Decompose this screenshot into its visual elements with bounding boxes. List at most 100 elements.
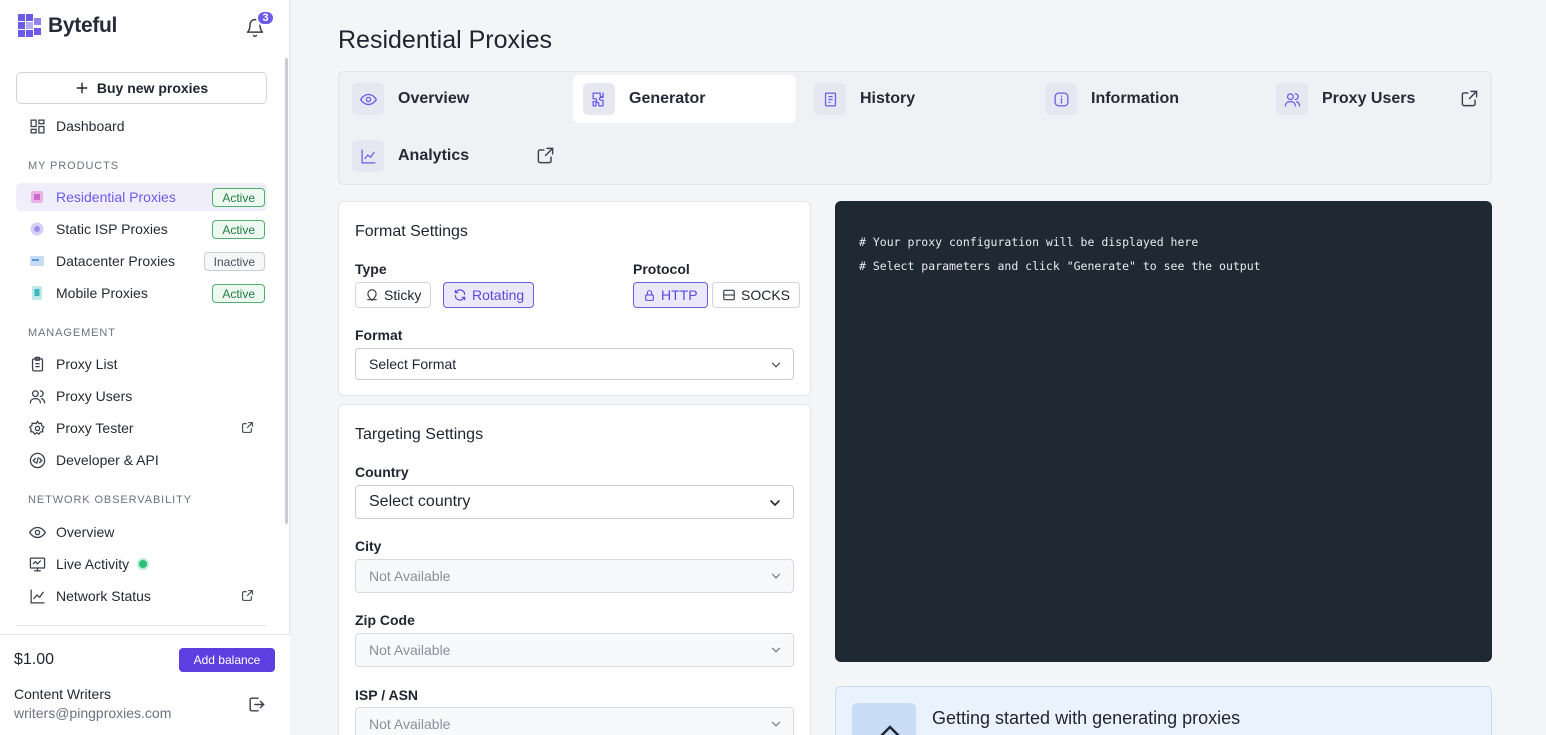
- tab-history[interactable]: History: [804, 75, 1027, 123]
- status-badge: Inactive: [203, 252, 265, 271]
- section-label-observability: NETWORK OBSERVABILITY: [28, 494, 192, 506]
- status-badge: Active: [212, 220, 265, 239]
- tab-overview[interactable]: Overview: [342, 75, 565, 123]
- user-email: writers@pingproxies.com: [14, 705, 172, 721]
- live-indicator-dot: [137, 558, 150, 570]
- logo[interactable]: Byteful: [18, 14, 117, 38]
- section-label-products: MY PRODUCTS: [28, 160, 119, 172]
- sidebar-item-mobile-proxies[interactable]: Mobile Proxies Active: [16, 279, 267, 307]
- line-chart-icon: [28, 587, 46, 605]
- sidebar-item-proxy-tester[interactable]: Proxy Tester: [16, 414, 267, 442]
- pill-label: SOCKS: [741, 287, 791, 303]
- zip-code-select[interactable]: Not Available: [355, 633, 794, 667]
- zip-code-label: Zip Code: [355, 612, 415, 628]
- getting-started-card: Getting started with generating proxies: [835, 686, 1492, 735]
- external-link-icon: [242, 422, 253, 433]
- sidebar-item-residential-proxies[interactable]: Residential Proxies Active: [16, 183, 267, 211]
- tab-label: Proxy Users: [1322, 90, 1416, 107]
- section-label-management: MANAGEMENT: [28, 327, 116, 339]
- tab-label: History: [860, 90, 916, 107]
- sidebar-item-label: Proxy List: [56, 356, 118, 372]
- tab-label: Analytics: [398, 147, 470, 164]
- protocol-label: Protocol: [633, 261, 690, 277]
- monitor-icon: [28, 555, 46, 573]
- tab-label: Overview: [398, 90, 470, 107]
- status-badge: Active: [212, 188, 265, 207]
- user-name: Content Writers: [14, 686, 111, 702]
- sidebar-item-label: Dashboard: [56, 118, 125, 134]
- code-icon: [28, 451, 46, 469]
- add-balance-button[interactable]: Add balance: [179, 648, 275, 672]
- format-select-value: Select Format: [369, 356, 457, 372]
- tab-generator[interactable]: Generator: [573, 75, 796, 123]
- output-line: # Your proxy configuration will be displ…: [859, 235, 1199, 249]
- city-select[interactable]: Not Available: [355, 559, 794, 593]
- pill-label: Rotating: [472, 287, 525, 303]
- isp-select-value: Not Available: [369, 716, 451, 732]
- external-link-icon: [537, 147, 554, 164]
- sidebar-item-developer-api[interactable]: Developer & API: [16, 446, 267, 474]
- sidebar-item-label: Overview: [56, 524, 115, 540]
- city-label: City: [355, 538, 382, 554]
- server-icon: [723, 289, 735, 301]
- format-settings-title: Format Settings: [355, 223, 468, 240]
- sidebar-item-overview[interactable]: Overview: [16, 518, 267, 546]
- isp-asn-select[interactable]: Not Available: [355, 707, 794, 735]
- sidebar-item-label: Datacenter Proxies: [56, 253, 176, 269]
- buy-button-label: Buy new proxies: [96, 80, 209, 96]
- sidebar-item-label: Proxy Users: [56, 388, 133, 404]
- chevron-down-icon: [770, 500, 780, 507]
- sidebar-item-label: Developer & API: [56, 452, 159, 468]
- type-label: Type: [355, 261, 387, 277]
- external-link-icon: [242, 590, 253, 601]
- account-balance: $1.00: [14, 651, 55, 668]
- targeting-settings-title: Targeting Settings: [355, 426, 484, 443]
- sidebar: Byteful 3 Buy new proxies Dashboard MY P…: [0, 0, 290, 735]
- tab-information[interactable]: Information: [1035, 75, 1258, 123]
- proxy-output-panel[interactable]: # Your proxy configuration will be displ…: [835, 201, 1492, 662]
- country-select[interactable]: Select country: [355, 485, 794, 519]
- account-panel: $1.00 Add balance Content Writers writer…: [0, 634, 290, 735]
- chevron-down-icon: [771, 573, 781, 579]
- sidebar-item-proxy-users[interactable]: Proxy Users: [16, 382, 267, 410]
- sidebar-item-static-isp-proxies[interactable]: Static ISP Proxies Active: [16, 215, 267, 243]
- users-icon: [28, 387, 46, 405]
- receipt-icon: [814, 83, 846, 115]
- logout-icon[interactable]: [247, 695, 266, 714]
- eye-icon: [28, 523, 46, 541]
- buy-new-proxies-button[interactable]: Buy new proxies: [16, 72, 267, 104]
- sidebar-item-live-activity[interactable]: Live Activity: [16, 550, 267, 578]
- page-title: Residential Proxies: [338, 26, 552, 54]
- output-line: # Select parameters and click "Generate"…: [859, 259, 1261, 273]
- sidebar-item-dashboard[interactable]: Dashboard: [16, 112, 267, 140]
- protocol-option-http[interactable]: HTTP: [633, 282, 708, 308]
- sidebar-item-label: Proxy Tester: [56, 420, 134, 436]
- chevron-down-icon: [771, 721, 781, 727]
- zip-select-value: Not Available: [369, 642, 451, 658]
- lock-icon: [645, 289, 654, 301]
- targeting-settings-card: Targeting Settings Country Select countr…: [338, 404, 811, 735]
- getting-started-icon: [852, 703, 916, 735]
- sidebar-scrollbar[interactable]: [285, 58, 288, 524]
- protocol-option-socks[interactable]: SOCKS: [712, 282, 801, 308]
- status-badge: Active: [212, 284, 265, 303]
- sidebar-item-proxy-list[interactable]: Proxy List: [16, 350, 267, 378]
- external-link-icon: [1461, 90, 1478, 107]
- country-select-value: Select country: [369, 493, 471, 510]
- type-option-sticky[interactable]: Sticky: [355, 282, 432, 308]
- static-isp-product-icon: [28, 220, 46, 238]
- format-settings-card: Format Settings Type Sticky Rotating Pro…: [338, 201, 811, 396]
- dashboard-icon: [28, 117, 46, 135]
- format-select[interactable]: Select Format: [355, 348, 794, 380]
- tab-proxy-users[interactable]: Proxy Users: [1266, 75, 1489, 123]
- sidebar-item-datacenter-proxies[interactable]: Datacenter Proxies Inactive: [16, 247, 267, 275]
- notification-badge: 3: [256, 10, 275, 26]
- sidebar-item-network-status[interactable]: Network Status: [16, 582, 267, 610]
- tab-analytics[interactable]: Analytics: [342, 132, 565, 180]
- pill-label: Sticky: [384, 287, 422, 303]
- datacenter-product-icon: [28, 252, 46, 270]
- type-option-rotating[interactable]: Rotating: [443, 282, 535, 308]
- tab-label: Information: [1091, 90, 1179, 107]
- format-label: Format: [355, 327, 403, 343]
- sidebar-item-label: Network Status: [56, 588, 151, 604]
